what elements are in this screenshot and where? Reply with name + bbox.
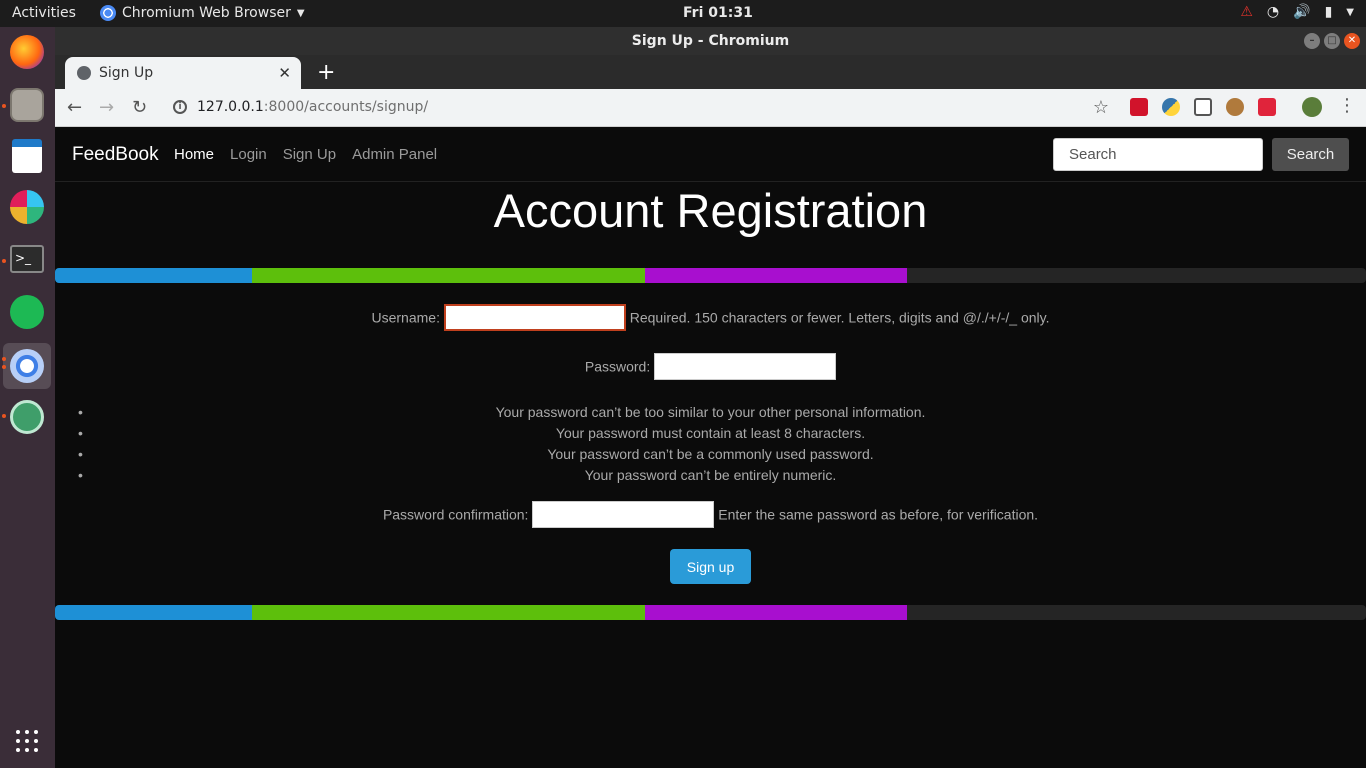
confirm-row: Password confirmation: Enter the same pa… [55,501,1366,528]
running-indicator [2,414,6,418]
system-tray[interactable]: ⚠ ◔ 🔊 ▮ ▼ [1240,4,1354,20]
list-item: Your password must contain at least 8 ch… [55,423,1366,444]
running-indicator [2,357,6,361]
password-field[interactable] [654,353,837,380]
battery-icon[interactable]: ▮ [1325,4,1333,20]
password-row: Password: [55,353,1366,380]
address-bar[interactable]: i 127.0.0.1:8000/accounts/signup/ ☆ [165,93,1115,123]
system-top-bar: Activities Chromium Web Browser ▼ Fri 01… [0,0,1366,27]
extensions-area [1130,98,1276,116]
password-label: Password: [584,358,651,375]
running-indicator [2,104,6,108]
username-label: Username: [371,309,440,326]
list-item: Your password can’t be a commonly used p… [55,444,1366,465]
password-confirmation-field[interactable] [532,501,715,528]
app-menu[interactable]: Chromium Web Browser ▼ [100,5,305,21]
color-stripe-bottom [55,605,1366,620]
chromium-dock-icon[interactable] [10,349,44,383]
list-item: Your password can’t be entirely numeric. [55,465,1366,486]
running-indicator [2,365,6,369]
files-icon[interactable] [10,88,44,122]
sign-up-button[interactable]: Sign up [670,549,751,584]
python-icon[interactable] [1162,98,1180,116]
url-text[interactable]: 127.0.0.1:8000/accounts/signup/ [197,99,428,115]
nav-admin-panel[interactable]: Admin Panel [352,146,437,163]
window-title: Sign Up - Chromium [631,33,790,49]
extension-screen-icon[interactable] [1194,98,1212,116]
nav-login[interactable]: Login [230,146,267,163]
clock[interactable]: Fri 01:31 [683,5,753,21]
volume-icon[interactable]: 🔊 [1293,4,1310,20]
cookie-icon[interactable] [1226,98,1244,116]
app-menu-label: Chromium Web Browser [122,5,291,21]
firefox-icon[interactable] [10,35,44,69]
running-indicator [2,259,6,263]
password-help-list: Your password can’t be too similar to yo… [55,402,1366,486]
info-icon[interactable]: i [173,100,187,114]
reload-icon[interactable]: ↻ [132,97,147,118]
site-brand[interactable]: FeedBook [72,144,159,166]
activities-button[interactable]: Activities [12,5,76,21]
show-applications-icon[interactable] [16,730,38,752]
globe-icon [77,66,91,80]
close-tab-icon[interactable]: ✕ [278,64,291,82]
url-host: 127.0.0.1 [197,99,264,115]
browser-toolbar: ← → ↻ i 127.0.0.1:8000/accounts/signup/ … [55,89,1366,127]
wifi-icon[interactable]: ◔ [1267,4,1279,20]
tab-sign-up[interactable]: Sign Up ✕ [65,57,301,89]
shield-icon[interactable] [1258,98,1276,116]
window-title-bar: Sign Up - Chromium – □ ✕ [55,27,1366,55]
username-field[interactable] [443,304,626,331]
warning-icon[interactable]: ⚠ [1240,4,1253,20]
search-input[interactable] [1053,138,1263,171]
page-title: Account Registration [493,184,928,237]
slack-icon[interactable] [10,190,44,224]
nav-sign-up[interactable]: Sign Up [283,146,336,163]
confirm-label: Password confirmation: [382,506,529,523]
chromium-icon [100,5,116,21]
maximize-icon[interactable]: □ [1324,33,1340,49]
writer-icon[interactable] [12,139,42,173]
caret-down-icon[interactable]: ▼ [1346,7,1354,18]
username-row: Username: Required. 150 characters or fe… [55,304,1366,331]
web-page: FeedBook Home Login Sign Up Admin Panel … [55,127,1366,768]
nav-home[interactable]: Home [174,146,214,163]
atom-icon[interactable] [10,400,44,434]
terminal-icon[interactable]: >_ [10,245,44,273]
username-help: Required. 150 characters or fewer. Lette… [629,309,1050,326]
tab-strip: Sign Up ✕ + [55,55,1366,89]
color-stripe-top [55,268,1366,283]
minimize-icon[interactable]: – [1304,33,1320,49]
nav-links: Home Login Sign Up Admin Panel [174,146,437,163]
search-button[interactable]: Search [1272,138,1349,171]
caret-down-icon: ▼ [296,7,305,19]
back-icon[interactable]: ← [67,97,82,118]
new-tab-icon[interactable]: + [317,60,335,85]
site-navbar: FeedBook Home Login Sign Up Admin Panel … [55,127,1366,182]
list-item: Your password can’t be too similar to yo… [55,402,1366,423]
bookmark-star-icon[interactable]: ☆ [1093,97,1109,118]
tab-title: Sign Up [99,65,154,81]
forward-icon[interactable]: → [99,97,114,118]
extension-red-icon[interactable] [1130,98,1148,116]
window-controls: – □ ✕ [1304,33,1360,49]
confirm-help: Enter the same password as before, for v… [718,506,1039,523]
close-window-icon[interactable]: ✕ [1344,33,1360,49]
menu-kebab-icon[interactable]: ⋮ [1338,95,1356,116]
url-path: :8000/accounts/signup/ [263,99,429,115]
profile-avatar[interactable] [1302,97,1322,117]
dock: >_ [0,27,55,768]
spotify-icon[interactable] [10,295,44,329]
